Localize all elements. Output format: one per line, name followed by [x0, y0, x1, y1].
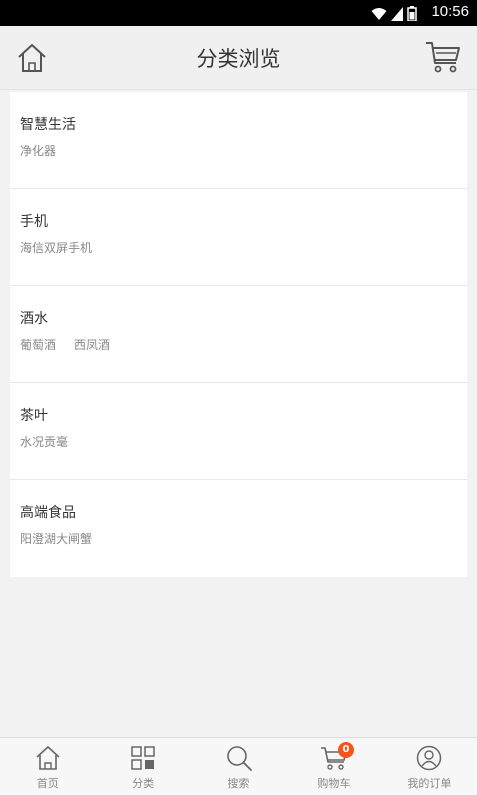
subcategory-link[interactable]: 水况贡毫 — [20, 434, 68, 450]
tab-search[interactable]: 搜索 — [191, 738, 286, 795]
category-item[interactable]: 酒水 葡萄酒 西凤酒 — [10, 286, 467, 383]
category-name: 茶叶 — [20, 408, 48, 424]
status-icons — [371, 6, 417, 21]
subcategory-list: 净化器 — [20, 143, 467, 159]
grid-icon — [131, 746, 155, 770]
status-bar: 10:56 — [0, 0, 477, 26]
subcategory-link[interactable]: 阳澄湖大闸蟹 — [20, 531, 92, 547]
subcategory-link[interactable]: 西凤酒 — [74, 337, 110, 353]
tab-cart[interactable]: 0 购物车 — [286, 738, 381, 795]
subcategory-list: 水况贡毫 — [20, 434, 467, 450]
cart-icon — [426, 42, 460, 73]
category-item[interactable]: 茶叶 水况贡毫 — [10, 383, 467, 480]
tab-category[interactable]: 分类 — [95, 738, 190, 795]
subcategory-link[interactable]: 净化器 — [20, 143, 56, 159]
category-list: 智慧生活 净化器 手机 海信双屏手机 酒水 葡萄酒 西凤酒 茶叶 水况贡毫 高端… — [10, 92, 467, 577]
tab-home[interactable]: 首页 — [0, 738, 95, 795]
category-item[interactable]: 高端食品 阳澄湖大闸蟹 — [10, 480, 467, 577]
tab-my-orders[interactable]: 我的订单 — [382, 738, 477, 795]
tab-label: 购物车 — [317, 777, 351, 790]
tab-label: 首页 — [36, 777, 59, 790]
category-name: 高端食品 — [20, 505, 76, 521]
tab-label: 分类 — [132, 777, 155, 790]
user-icon — [417, 745, 442, 771]
wifi-icon — [371, 7, 387, 20]
header-bar: 分类浏览 — [0, 26, 477, 90]
signal-icon — [391, 6, 403, 21]
cart-button[interactable] — [425, 40, 461, 74]
subcategory-link[interactable]: 海信双屏手机 — [20, 240, 92, 256]
home-icon — [36, 746, 60, 770]
subcategory-list: 海信双屏手机 — [20, 240, 467, 256]
category-item[interactable]: 手机 海信双屏手机 — [10, 189, 467, 286]
battery-icon — [407, 6, 417, 21]
category-name: 酒水 — [20, 311, 48, 327]
tab-label: 我的订单 — [407, 777, 452, 790]
category-name: 智慧生活 — [20, 117, 76, 133]
cart-count-badge: 0 — [337, 742, 354, 758]
status-time: 10:56 — [431, 3, 469, 20]
subcategory-link[interactable]: 葡萄酒 — [20, 337, 56, 353]
category-name: 手机 — [20, 214, 48, 230]
page-title: 分类浏览 — [196, 47, 281, 71]
subcategory-list: 葡萄酒 西凤酒 — [20, 337, 467, 353]
search-icon — [226, 746, 252, 771]
tab-label: 搜索 — [227, 777, 250, 790]
bottom-tab-bar: 首页 分类 搜索 0 购物车 我的订单 — [0, 737, 477, 795]
category-item[interactable]: 智慧生活 净化器 — [10, 92, 467, 189]
subcategory-list: 阳澄湖大闸蟹 — [20, 531, 467, 547]
